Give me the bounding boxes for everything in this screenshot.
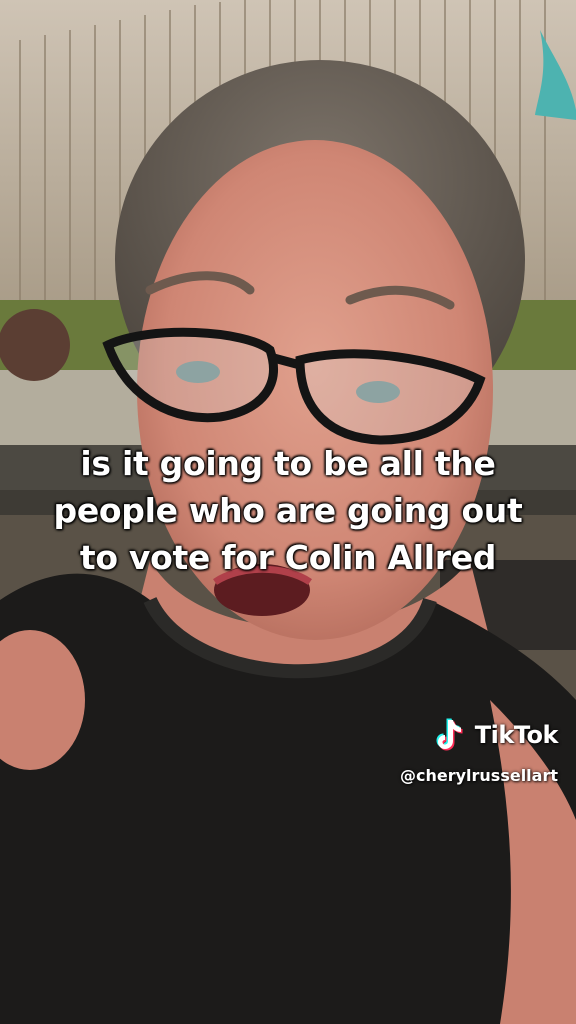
tiktok-watermark: TikTok @cherylrussellart: [358, 716, 559, 785]
right-eye: [356, 381, 400, 403]
video-caption: is it going to be all the people who are…: [0, 440, 576, 581]
caption-line: is it going to be all the: [80, 444, 496, 483]
creator-handle: @cherylrussellart: [399, 766, 558, 785]
tiktok-note-icon: [436, 718, 463, 751]
garden-ball: [0, 309, 70, 381]
caption-line: to vote for Colin Allred: [79, 538, 497, 577]
left-eye: [176, 361, 220, 383]
caption-line: people who are going out: [53, 491, 523, 530]
tiktok-brand: TikTok: [474, 721, 559, 749]
